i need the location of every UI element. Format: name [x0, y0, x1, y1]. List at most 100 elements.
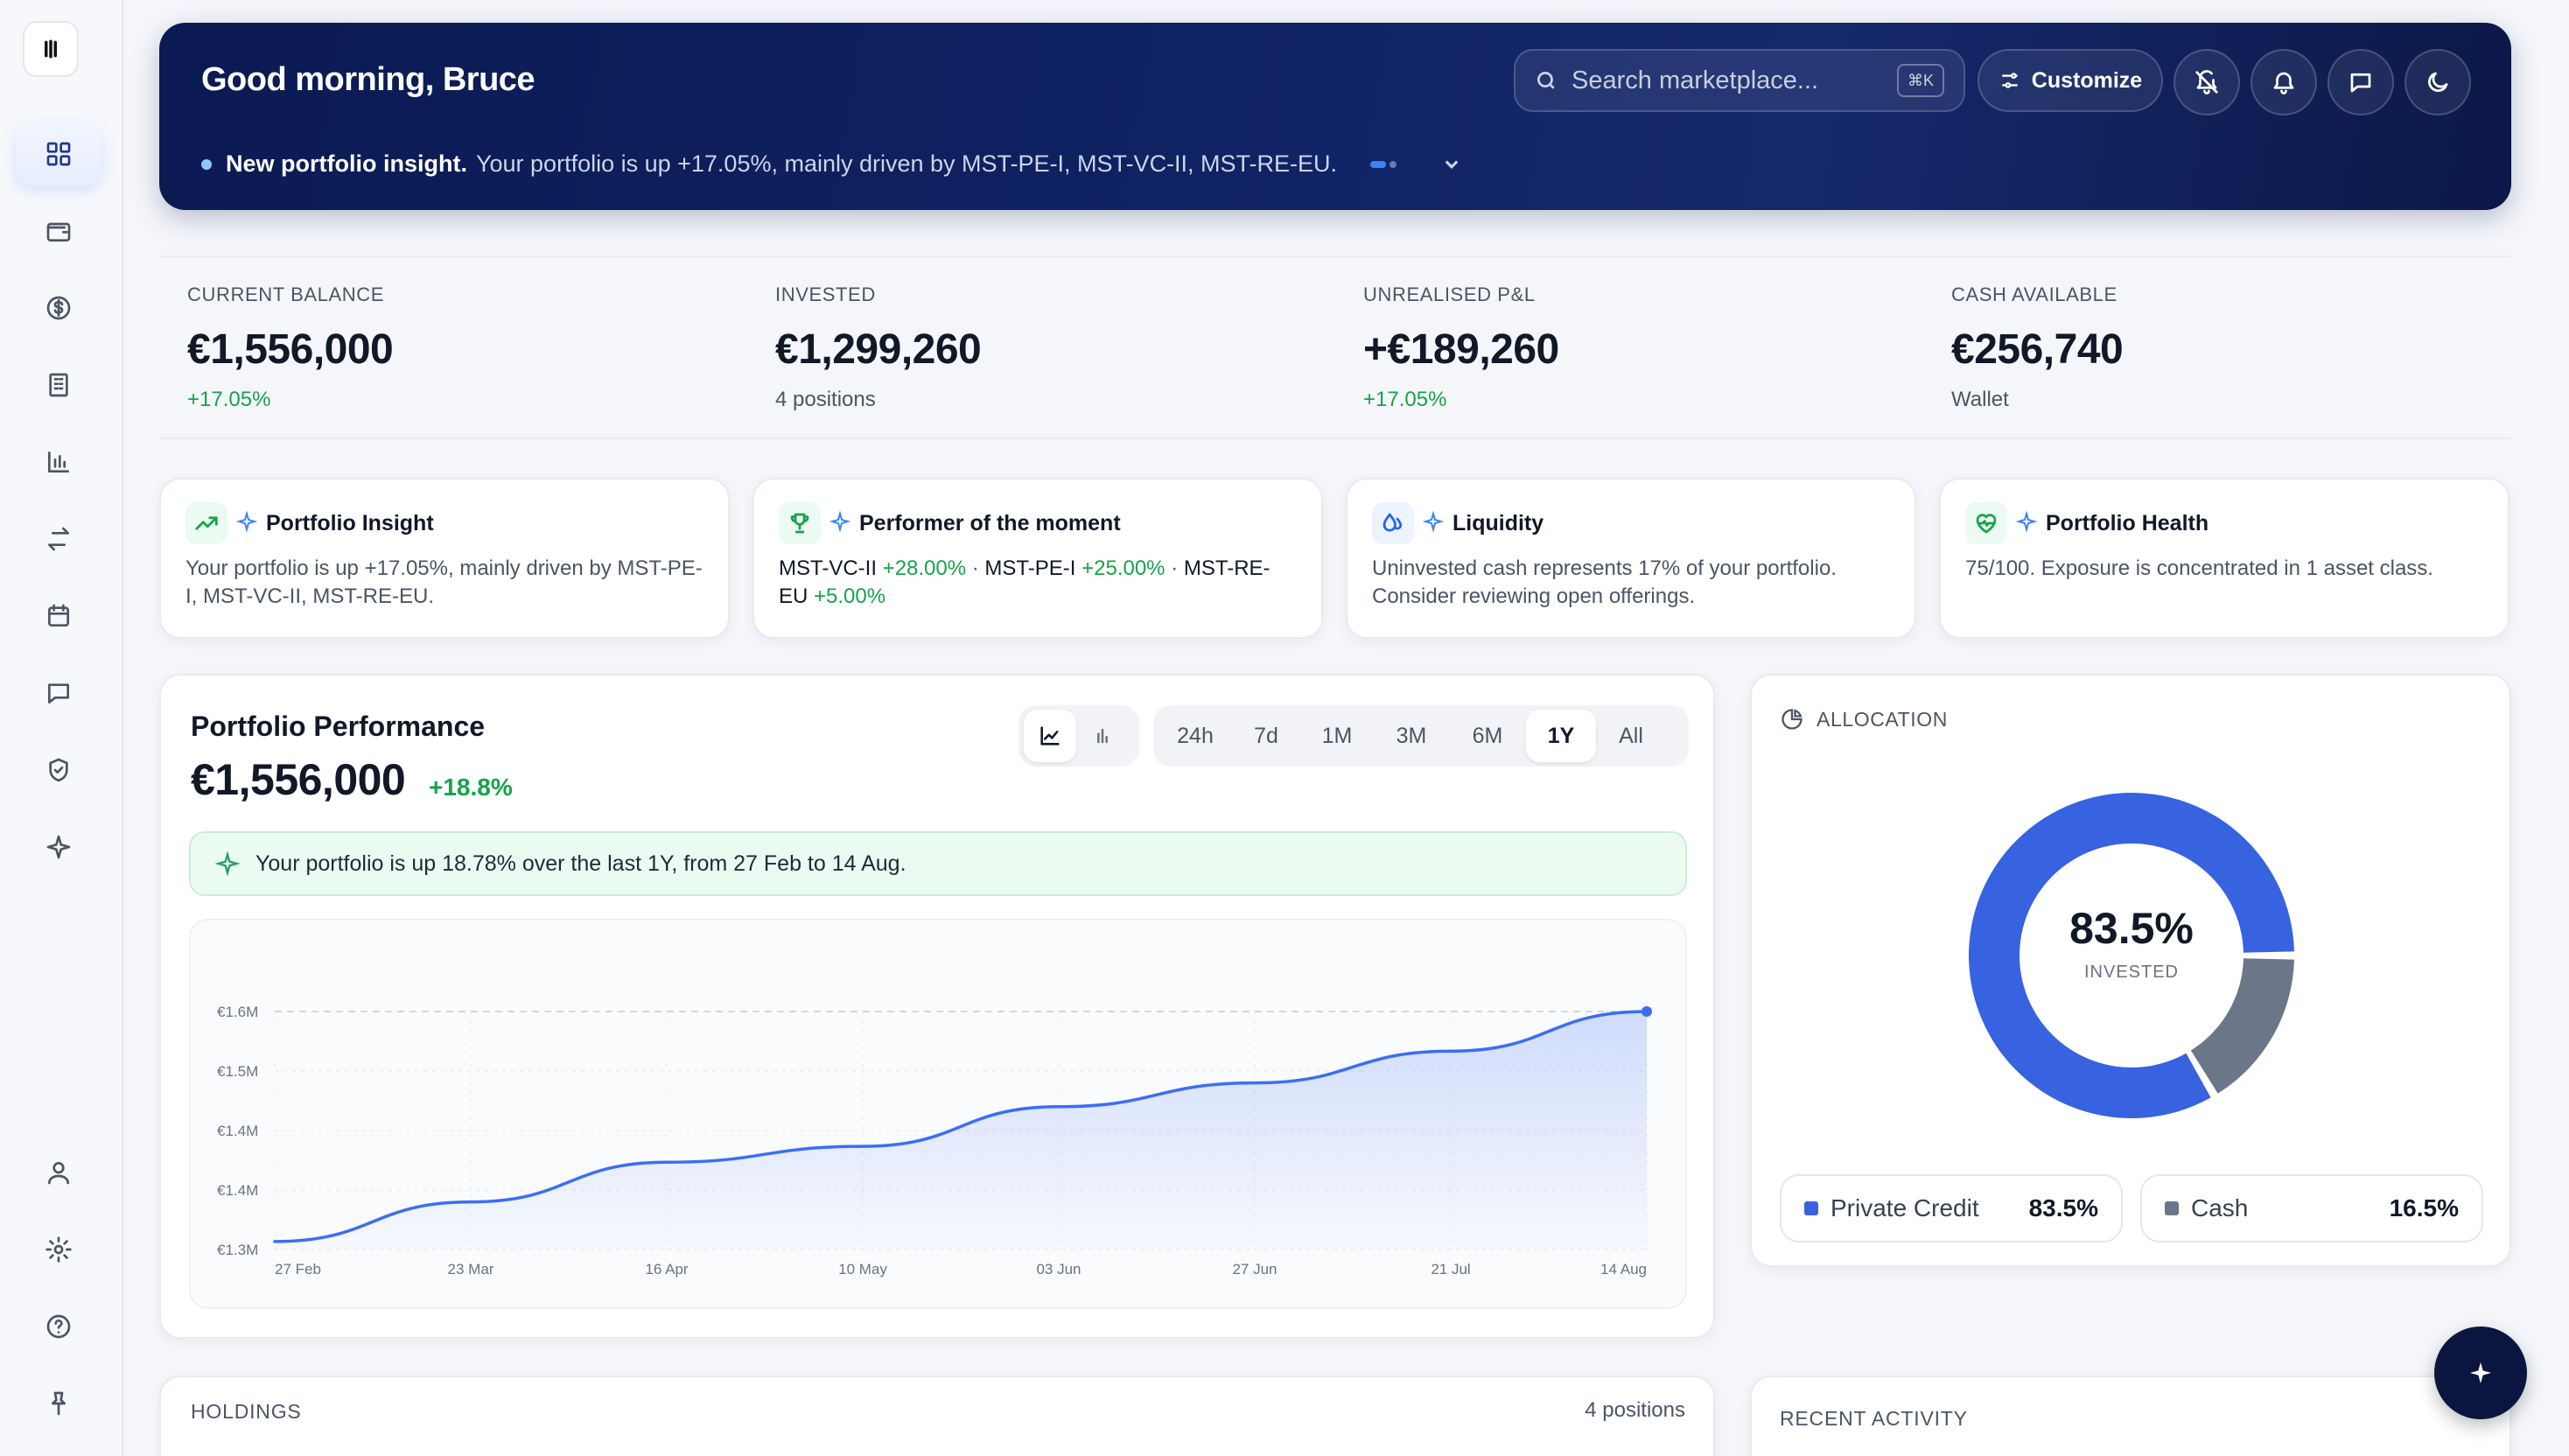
- stat-unrealised-pnl: UNREALISED P&L +€189,260 +17.05%: [1363, 284, 1559, 412]
- logo-icon: [45, 39, 57, 59]
- legend-cash[interactable]: Cash 16.5%: [2140, 1174, 2483, 1242]
- sidebar: [0, 0, 123, 1456]
- shield-icon: [49, 758, 68, 782]
- performer-pct: +28.00%: [882, 556, 967, 580]
- sparkle-icon: [2015, 509, 2038, 536]
- time-range-selector: 24h 7d 1M 3M 6M 1Y All: [1153, 705, 1689, 766]
- range-1m[interactable]: 1M: [1300, 710, 1374, 762]
- ai-assistant-button[interactable]: [2434, 1326, 2527, 1419]
- stat-cash-available: CASH AVAILABLE €256,740 Wallet: [1951, 284, 2124, 412]
- holdings-title: HOLDINGS: [191, 1400, 302, 1423]
- logo[interactable]: [23, 21, 79, 77]
- search-shortcut: ⌘K: [1897, 64, 1944, 97]
- legend-label: Private Credit: [1830, 1194, 1979, 1222]
- stat-value: €1,556,000: [187, 326, 394, 373]
- search-box[interactable]: ⌘K: [1514, 49, 1965, 112]
- card-title: Performer of the moment: [859, 510, 1121, 536]
- chevron-down-icon: [1445, 160, 1459, 169]
- insight-banner[interactable]: New portfolio insight. Your portfolio is…: [201, 150, 1337, 178]
- heart-pulse-icon: [1965, 502, 2007, 544]
- legend-pct: 83.5%: [2028, 1194, 2098, 1222]
- range-all[interactable]: All: [1596, 710, 1666, 762]
- sidebar-item-analytics[interactable]: [16, 430, 102, 494]
- holdings-card: HOLDINGS 4 positions: [159, 1376, 1715, 1456]
- calendar-icon: [48, 604, 69, 626]
- search-icon: [1536, 71, 1555, 89]
- range-24h[interactable]: 24h: [1158, 710, 1232, 762]
- sidebar-item-transfers[interactable]: [16, 508, 102, 570]
- performance-change: +18.8%: [429, 774, 513, 801]
- sidebar-item-payments[interactable]: [16, 276, 102, 340]
- recent-activity-card: RECENT ACTIVITY: [1750, 1376, 2511, 1456]
- x-tick-label: 03 Jun: [1036, 1261, 1081, 1278]
- separator: ·: [1165, 556, 1184, 580]
- card-portfolio-insight[interactable]: Portfolio Insight Your portfolio is up +…: [159, 478, 730, 639]
- bell-off-icon: [2195, 70, 2218, 94]
- sidebar-item-companies[interactable]: [16, 354, 102, 416]
- sidebar-item-ai[interactable]: [16, 816, 102, 878]
- card-body: Your portfolio is up +17.05%, mainly dri…: [186, 556, 703, 608]
- expand-insight-button[interactable]: [1438, 150, 1465, 177]
- allocation-donut[interactable]: [1956, 780, 2306, 1130]
- sidebar-item-settings[interactable]: [16, 1218, 102, 1281]
- stat-label: UNREALISED P&L: [1363, 284, 1536, 305]
- moon-icon: [2428, 72, 2448, 92]
- card-liquidity[interactable]: Liquidity Uninvested cash represents 17%…: [1346, 478, 1916, 639]
- sidebar-item-messages[interactable]: [16, 662, 102, 724]
- performance-chart-svg: €1.3M €1.4M €1.4M €1.5M €1.6M 27 Feb 23 Mar 16 …: [217, 1004, 1652, 1278]
- allocation-header: ALLOCATION: [1780, 707, 1948, 732]
- settings-icon: [46, 1236, 72, 1263]
- stat-current-balance: CURRENT BALANCE €1,556,000 +17.05%: [187, 284, 394, 412]
- performer-pct: +25.00%: [1082, 556, 1166, 580]
- portfolio-performance-card: Portfolio Performance €1,556,000 +18.8% …: [159, 674, 1715, 1339]
- sparkle-icon: [1422, 509, 1445, 536]
- stat-value: €1,299,260: [775, 326, 982, 373]
- message-icon: [48, 683, 69, 704]
- card-body: Uninvested cash represents 17% of your p…: [1372, 556, 1837, 608]
- bar-chart-icon: [48, 452, 69, 472]
- trend-up-icon: [186, 502, 228, 544]
- sparkle-icon: [235, 509, 258, 536]
- range-1y[interactable]: 1Y: [1526, 710, 1596, 762]
- sidebar-item-help[interactable]: [16, 1295, 102, 1358]
- card-body: MST-VC-II +28.00% · MST-PE-I +25.00% · M…: [779, 555, 1297, 611]
- customize-button[interactable]: Customize: [1978, 49, 2163, 112]
- performance-chart[interactable]: €1.3M €1.4M €1.4M €1.5M €1.6M 27 Feb 23 Mar 16 …: [189, 919, 1687, 1309]
- trophy-icon: [779, 502, 821, 544]
- sidebar-item-profile[interactable]: [16, 1141, 102, 1204]
- line-chart-icon: [1040, 726, 1060, 746]
- range-3m[interactable]: 3M: [1374, 710, 1449, 762]
- mute-notifications-button[interactable]: [2174, 49, 2240, 116]
- range-7d[interactable]: 7d: [1232, 710, 1300, 762]
- performance-insight-banner: Your portfolio is up 18.78% over the las…: [189, 831, 1687, 896]
- messages-button[interactable]: [2328, 49, 2394, 116]
- card-performer[interactable]: Performer of the moment MST-VC-II +28.00…: [752, 478, 1323, 639]
- pin-icon: [51, 1391, 66, 1416]
- bar-chart-toggle[interactable]: [1076, 710, 1129, 762]
- card-portfolio-health[interactable]: Portfolio Health 75/100. Exposure is con…: [1939, 478, 2510, 639]
- x-tick-label: 10 May: [838, 1261, 887, 1278]
- insight-pager[interactable]: [1370, 161, 1396, 168]
- sidebar-item-pin[interactable]: [16, 1372, 102, 1435]
- chart-type-toggle: [1018, 705, 1139, 766]
- stat-value: €256,740: [1951, 326, 2124, 373]
- sidebar-item-wallet[interactable]: [16, 200, 102, 262]
- sidebar-item-security[interactable]: [16, 738, 102, 802]
- wallet-icon: [46, 222, 71, 242]
- legend-private-credit[interactable]: Private Credit 83.5%: [1780, 1174, 2123, 1242]
- sidebar-item-calendar[interactable]: [16, 584, 102, 648]
- sidebar-item-dashboard[interactable]: [16, 122, 102, 186]
- search-input[interactable]: [1572, 66, 1886, 95]
- insight-title: New portfolio insight.: [226, 150, 467, 177]
- y-tick-label: €1.3M: [217, 1242, 258, 1258]
- legend-swatch: [2165, 1201, 2179, 1215]
- bell-icon: [2273, 72, 2294, 94]
- customize-label: Customize: [2031, 67, 2143, 93]
- area-fill: [275, 1012, 1647, 1250]
- legend-label: Cash: [2191, 1194, 2249, 1222]
- range-6m[interactable]: 6M: [1449, 710, 1526, 762]
- dollar-icon: [46, 296, 71, 320]
- line-chart-toggle[interactable]: [1024, 710, 1076, 762]
- notifications-button[interactable]: [2250, 49, 2317, 116]
- theme-toggle-button[interactable]: [2404, 49, 2471, 116]
